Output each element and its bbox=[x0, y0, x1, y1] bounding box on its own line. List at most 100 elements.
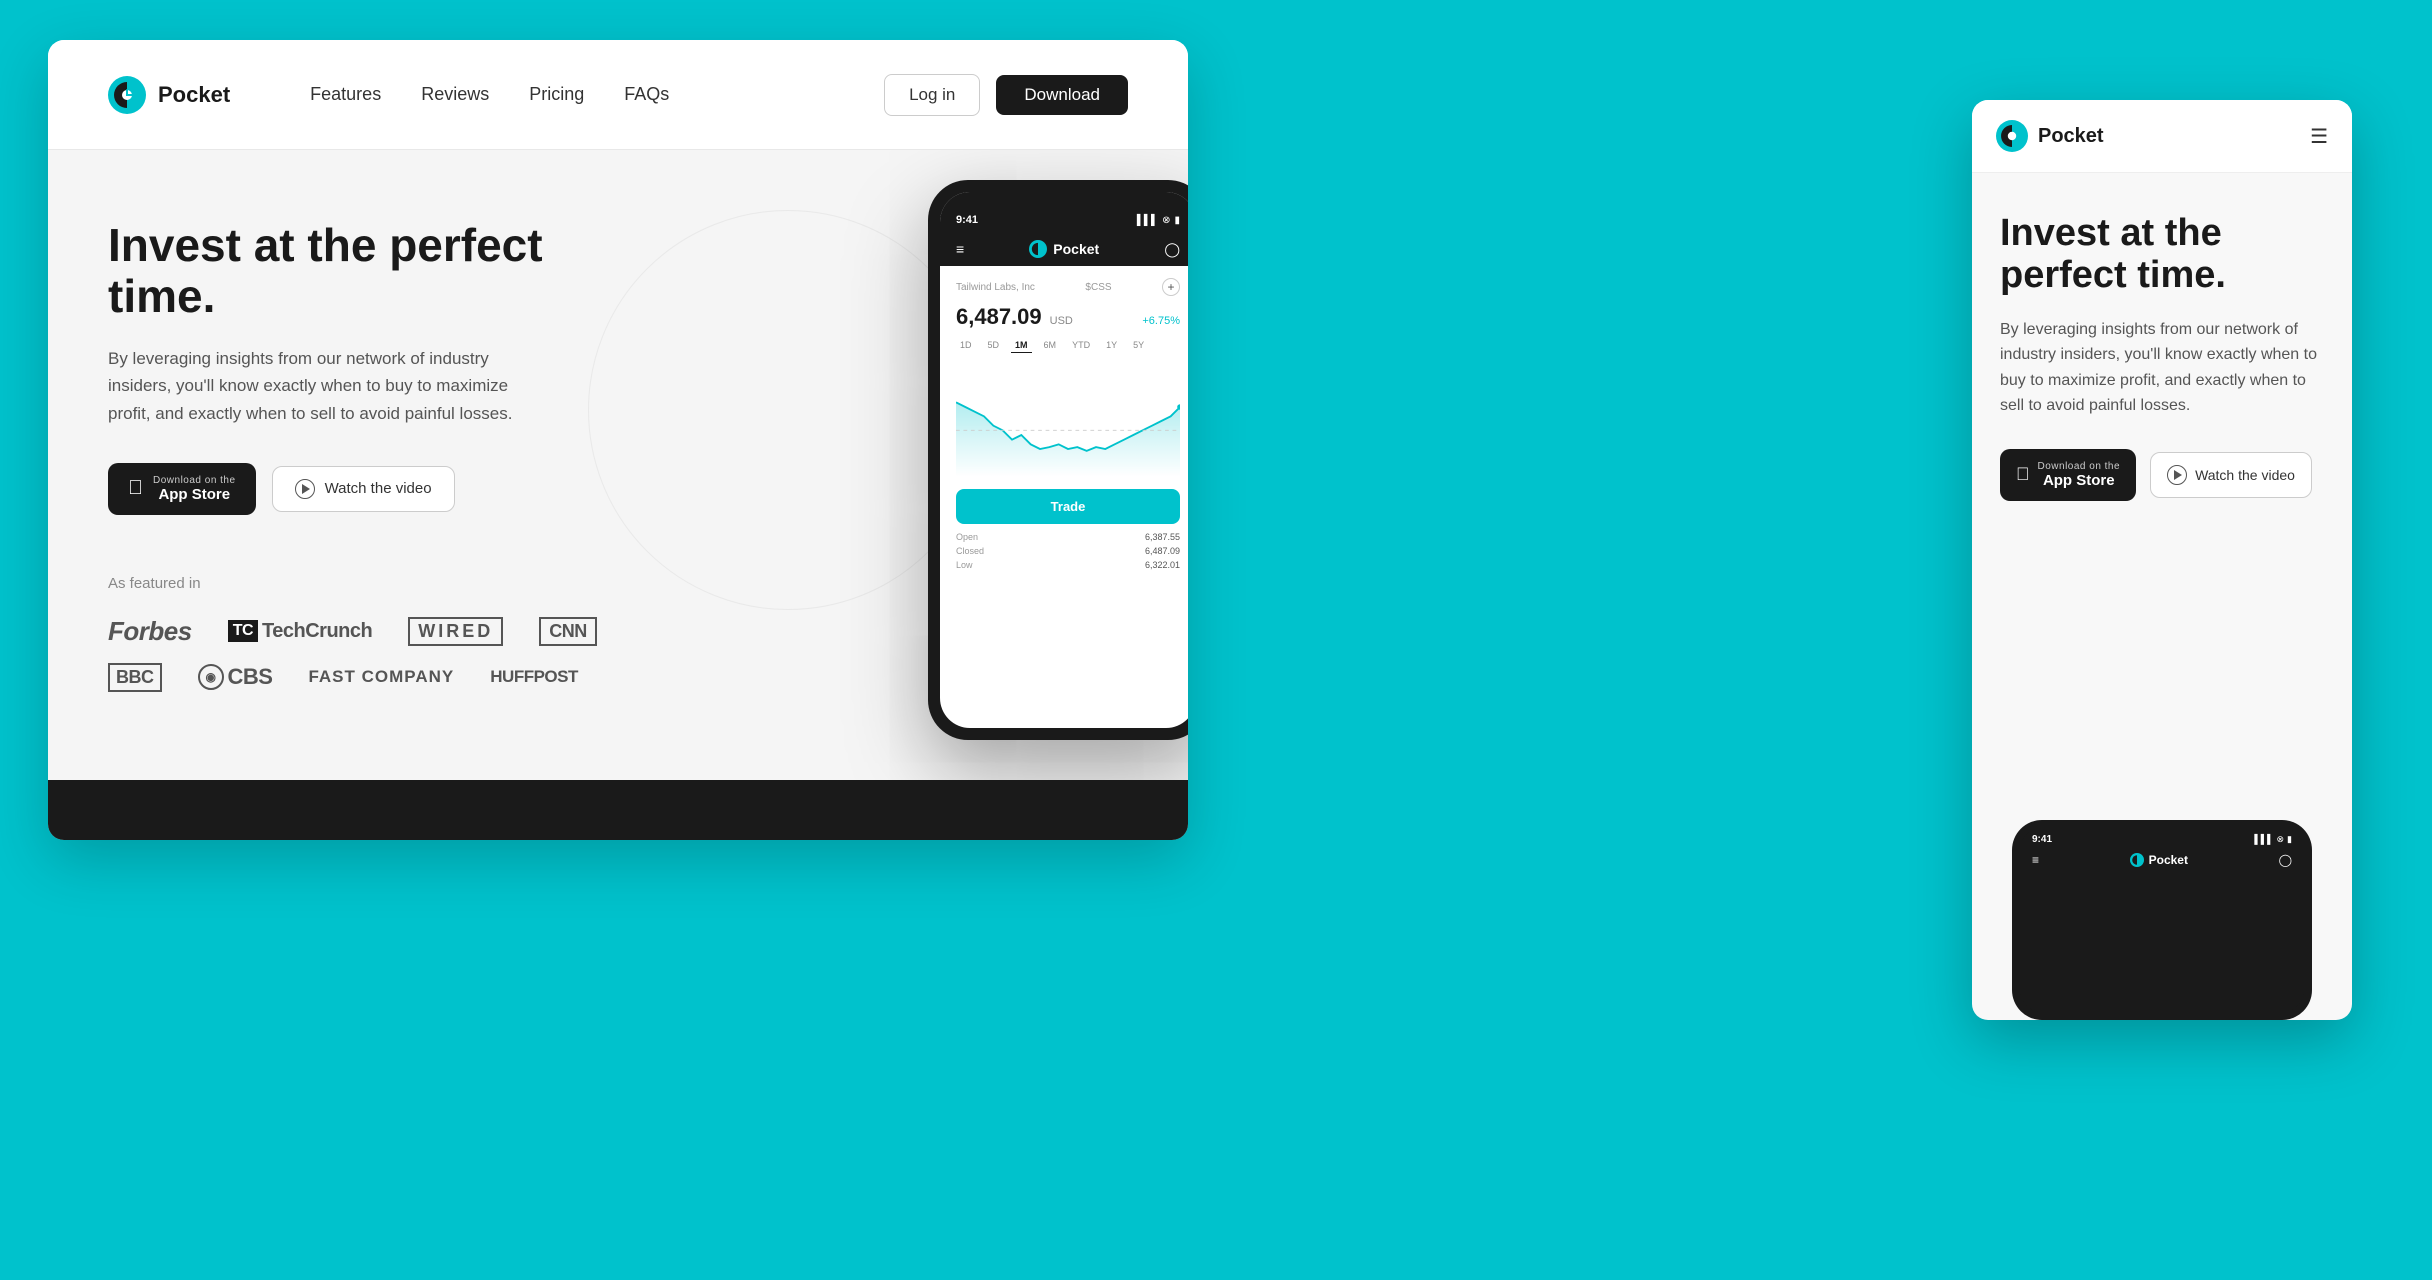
tab-1y[interactable]: 1Y bbox=[1102, 338, 1121, 353]
stock-company-name: Tailwind Labs, Inc bbox=[956, 282, 1035, 293]
phone-menu-icon: ≡ bbox=[956, 241, 964, 257]
open-value: 6,387.55 bbox=[1145, 532, 1180, 542]
closed-value: 6,487.09 bbox=[1145, 546, 1180, 556]
stock-price: 6,487.09 bbox=[956, 304, 1042, 330]
tab-6m[interactable]: 6M bbox=[1040, 338, 1061, 353]
phone-outer: 9:41 ▌▌▌ ⊗ ▮ ≡ bbox=[928, 180, 1188, 740]
phone-status-icons: ▌▌▌ ⊗ ▮ bbox=[1137, 215, 1180, 226]
phone-profile-icon: ◯ bbox=[1164, 241, 1180, 258]
featured-label: As featured in bbox=[108, 575, 628, 592]
phone-logo-area: Pocket bbox=[1029, 240, 1099, 258]
nav-link-reviews[interactable]: Reviews bbox=[421, 84, 489, 105]
phone-stock-content: Tailwind Labs, Inc $CSS + 6,487.09 USD +… bbox=[940, 266, 1188, 582]
apple-icon:  bbox=[128, 477, 143, 500]
chart-svg bbox=[956, 361, 1180, 481]
desktop-logo-area[interactable]: Pocket bbox=[108, 76, 230, 114]
mobile-hero: Invest at the perfect time. By leveragin… bbox=[1972, 173, 2352, 531]
nav-link-features[interactable]: Features bbox=[310, 84, 381, 105]
low-label: Low bbox=[956, 560, 973, 570]
login-button[interactable]: Log in bbox=[884, 74, 980, 116]
watch-video-button[interactable]: Watch the video bbox=[272, 466, 455, 512]
play-triangle bbox=[302, 484, 310, 494]
desktop-nav: Pocket Features Reviews Pricing FAQs Log… bbox=[48, 40, 1188, 150]
logo-cnn: CNN bbox=[539, 617, 597, 646]
mobile-play-icon bbox=[2167, 465, 2187, 485]
add-stock-button[interactable]: + bbox=[1162, 278, 1180, 296]
mini-battery-icon: ▮ bbox=[2287, 834, 2292, 845]
trade-button[interactable]: Trade bbox=[956, 489, 1180, 524]
logos-row-2: BBC ◉ CBS FAST COMPANY HUFFPOST bbox=[108, 663, 628, 692]
mobile-hero-description: By leveraging insights from our network … bbox=[2000, 317, 2324, 419]
logo-cbs: ◉ CBS bbox=[198, 664, 273, 690]
mini-status-icons: ▌▌▌ ⊗ ▮ bbox=[2254, 834, 2292, 845]
mobile-menu-button[interactable]: ☰ bbox=[2310, 124, 2328, 149]
detail-closed: Closed 6,487.09 bbox=[956, 546, 1180, 556]
appstore-text: Download on the App Store bbox=[153, 475, 236, 503]
desktop-phone-mockup: 9:41 ▌▌▌ ⊗ ▮ ≡ bbox=[928, 180, 1188, 740]
phone-time: 9:41 bbox=[956, 214, 978, 226]
hero-title: Invest at the perfect time. bbox=[108, 220, 628, 321]
watch-label: Watch the video bbox=[325, 480, 432, 497]
logo-wired: WIRED bbox=[408, 617, 503, 646]
tab-1m[interactable]: 1M bbox=[1011, 338, 1032, 353]
phone-pocket-logo bbox=[1029, 240, 1047, 258]
stock-currency: USD bbox=[1050, 315, 1073, 327]
tab-ytd[interactable]: YTD bbox=[1068, 338, 1094, 353]
mobile-play-triangle bbox=[2174, 470, 2182, 480]
phone-screen: 9:41 ▌▌▌ ⊗ ▮ ≡ bbox=[940, 192, 1188, 728]
mobile-watch-label: Watch the video bbox=[2195, 467, 2295, 483]
mobile-phone-preview: 9:41 ▌▌▌ ⊗ ▮ ≡ Pocket bbox=[2012, 820, 2312, 1020]
cbs-circle-icon: ◉ bbox=[198, 664, 224, 690]
stock-chart bbox=[956, 361, 1180, 481]
stock-price-row: 6,487.09 USD +6.75% bbox=[956, 304, 1180, 330]
desktop-hero: Invest at the perfect time. By leveragin… bbox=[48, 150, 1188, 840]
mini-user-icon: ◯ bbox=[2279, 853, 2292, 867]
mobile-nav: Pocket ☰ bbox=[1972, 100, 2352, 173]
mini-logo-icon bbox=[2130, 853, 2144, 867]
hero-description: By leveraging insights from our network … bbox=[108, 345, 548, 427]
logos-row-1: Forbes TC TechCrunch WIRED CNN bbox=[108, 616, 628, 647]
mini-wifi-icon: ⊗ bbox=[2277, 834, 2285, 845]
open-label: Open bbox=[956, 532, 978, 542]
logo-huffpost: HUFFPOST bbox=[490, 667, 578, 687]
appstore-button[interactable]:  Download on the App Store bbox=[108, 463, 256, 515]
logo-bbc: BBC bbox=[108, 663, 162, 692]
hero-content: Invest at the perfect time. By leveragin… bbox=[108, 220, 628, 692]
nav-link-faqs[interactable]: FAQs bbox=[624, 84, 669, 105]
mobile-pocket-logo-icon bbox=[1996, 120, 2028, 152]
mini-topbar: ≡ Pocket ◯ bbox=[2020, 849, 2304, 871]
logo-techcrunch: TC TechCrunch bbox=[228, 620, 373, 643]
tab-5y[interactable]: 5Y bbox=[1129, 338, 1148, 353]
tab-1d[interactable]: 1D bbox=[956, 338, 976, 353]
mini-status-bar: 9:41 ▌▌▌ ⊗ ▮ bbox=[2020, 828, 2304, 849]
mobile-watch-button[interactable]: Watch the video bbox=[2150, 452, 2312, 498]
low-value: 6,322.01 bbox=[1145, 560, 1180, 570]
play-icon bbox=[295, 479, 315, 499]
stock-details: Open 6,387.55 Closed 6,487.09 Low 6,322.… bbox=[956, 532, 1180, 570]
detail-open: Open 6,387.55 bbox=[956, 532, 1180, 542]
stock-ticker: $CSS bbox=[1085, 282, 1111, 293]
mobile-hero-buttons:  Download on the App Store Watch the vi… bbox=[2000, 449, 2324, 501]
tab-5d[interactable]: 5D bbox=[984, 338, 1004, 353]
nav-link-pricing[interactable]: Pricing bbox=[529, 84, 584, 105]
desktop-brand-name: Pocket bbox=[158, 82, 230, 108]
mobile-appstore-button[interactable]:  Download on the App Store bbox=[2000, 449, 2136, 501]
download-button[interactable]: Download bbox=[996, 75, 1128, 115]
closed-label: Closed bbox=[956, 546, 984, 556]
hero-buttons:  Download on the App Store Watch the vi… bbox=[108, 463, 628, 515]
desktop-nav-links: Features Reviews Pricing FAQs bbox=[310, 84, 834, 105]
desktop-nav-actions: Log in Download bbox=[884, 74, 1128, 116]
mobile-logo-area[interactable]: Pocket bbox=[1996, 120, 2104, 152]
phone-notch bbox=[1018, 192, 1118, 220]
signal-icon: ▌▌▌ bbox=[1137, 215, 1158, 226]
wifi-icon: ⊗ bbox=[1162, 215, 1170, 226]
mini-phone-time: 9:41 bbox=[2032, 834, 2052, 845]
logo-fastcompany: FAST COMPANY bbox=[308, 667, 454, 687]
mobile-appstore-text: Download on the App Store bbox=[2038, 461, 2121, 489]
desktop-bottom-bar bbox=[48, 780, 1188, 840]
pocket-logo-icon bbox=[108, 76, 146, 114]
mini-signal-icon: ▌▌▌ bbox=[2254, 834, 2273, 845]
mobile-appstore-title: App Store bbox=[2038, 472, 2121, 489]
mobile-apple-icon:  bbox=[2016, 464, 2030, 485]
time-tabs: 1D 5D 1M 6M YTD 1Y 5Y bbox=[956, 338, 1180, 353]
